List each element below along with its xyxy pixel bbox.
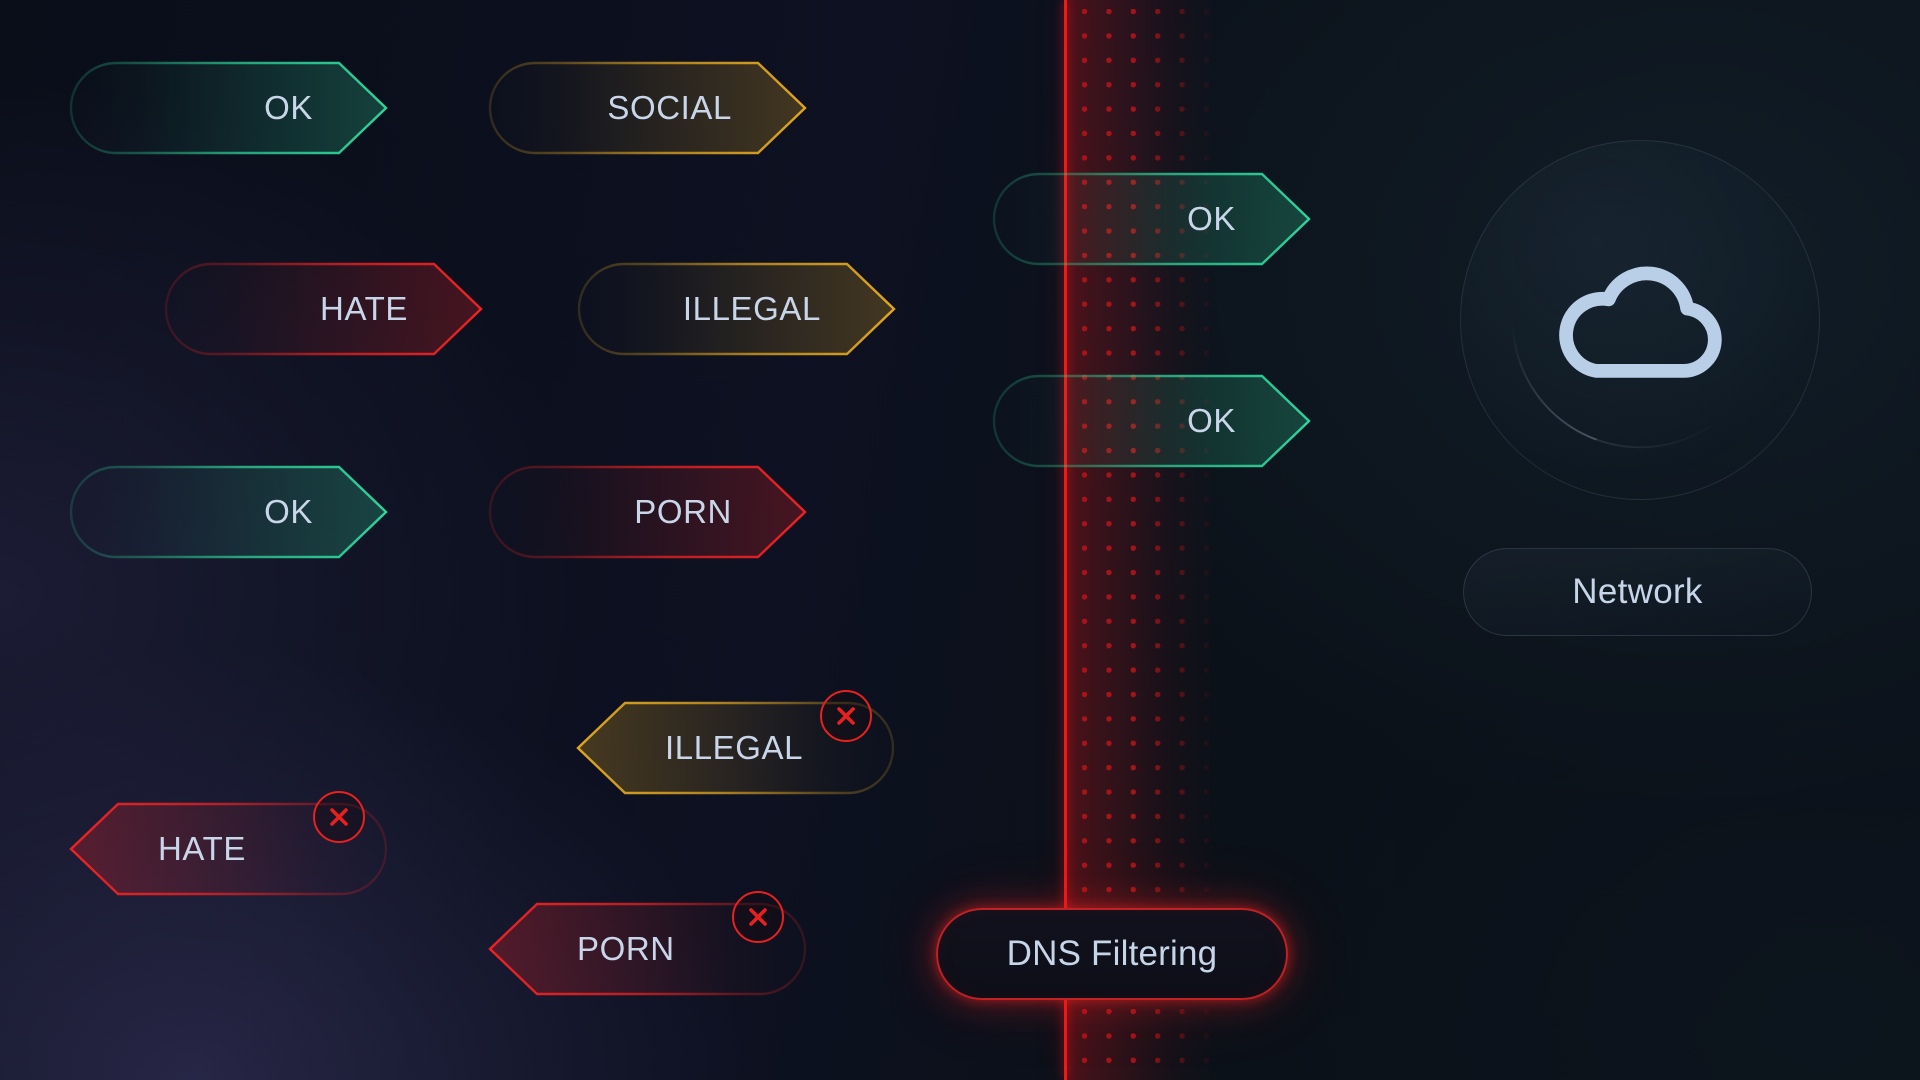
tag-label: HATE xyxy=(158,830,246,867)
tag-label: OK xyxy=(1187,200,1236,237)
tag-ok-allowed[interactable]: OK xyxy=(70,466,387,558)
network-cloud xyxy=(1460,140,1820,500)
tag-label: OK xyxy=(264,89,313,126)
tag-outline xyxy=(70,62,387,154)
tag-label: OK xyxy=(264,493,313,530)
tag-outline xyxy=(70,466,387,558)
network-pill[interactable]: Network xyxy=(1463,548,1812,636)
tag-porn-block[interactable]: PORN xyxy=(489,466,806,558)
network-pill-label: Network xyxy=(1572,572,1703,611)
scene-canvas: OK SOCIAL HATE ILLEGAL OK PORN OK OK ILLEGAL HA… xyxy=(0,0,1920,1080)
tag-label: HATE xyxy=(320,290,408,327)
tag-illegal-rejected[interactable]: ILLEGAL xyxy=(577,690,894,794)
tag-label: PORN xyxy=(577,930,675,967)
tag-label: OK xyxy=(1187,402,1236,439)
tag-ok-allowed[interactable]: OK xyxy=(993,375,1310,467)
blocked-x-icon[interactable] xyxy=(820,690,872,742)
blocked-x-icon[interactable] xyxy=(732,891,784,943)
tag-hate-rejected[interactable]: HATE xyxy=(70,791,387,895)
tag-label: ILLEGAL xyxy=(665,729,804,766)
dns-filtering-pill[interactable]: DNS Filtering xyxy=(936,908,1288,1000)
tag-label: PORN xyxy=(634,493,732,530)
dns-filtering-label: DNS Filtering xyxy=(1006,934,1218,973)
tag-label: SOCIAL xyxy=(607,89,732,126)
tag-social-warn[interactable]: SOCIAL xyxy=(489,62,806,154)
tag-label: ILLEGAL xyxy=(682,290,821,327)
tag-hate-block[interactable]: HATE xyxy=(165,263,482,355)
tag-outline xyxy=(993,173,1310,265)
tag-porn-rejected[interactable]: PORN xyxy=(489,891,806,995)
tag-ok-allowed[interactable]: OK xyxy=(70,62,387,154)
tag-ok-allowed[interactable]: OK xyxy=(993,173,1310,265)
cloud-icon xyxy=(1534,214,1746,426)
tag-illegal-warn[interactable]: ILLEGAL xyxy=(578,263,895,355)
tag-outline xyxy=(993,375,1310,467)
blocked-x-icon[interactable] xyxy=(313,791,365,843)
